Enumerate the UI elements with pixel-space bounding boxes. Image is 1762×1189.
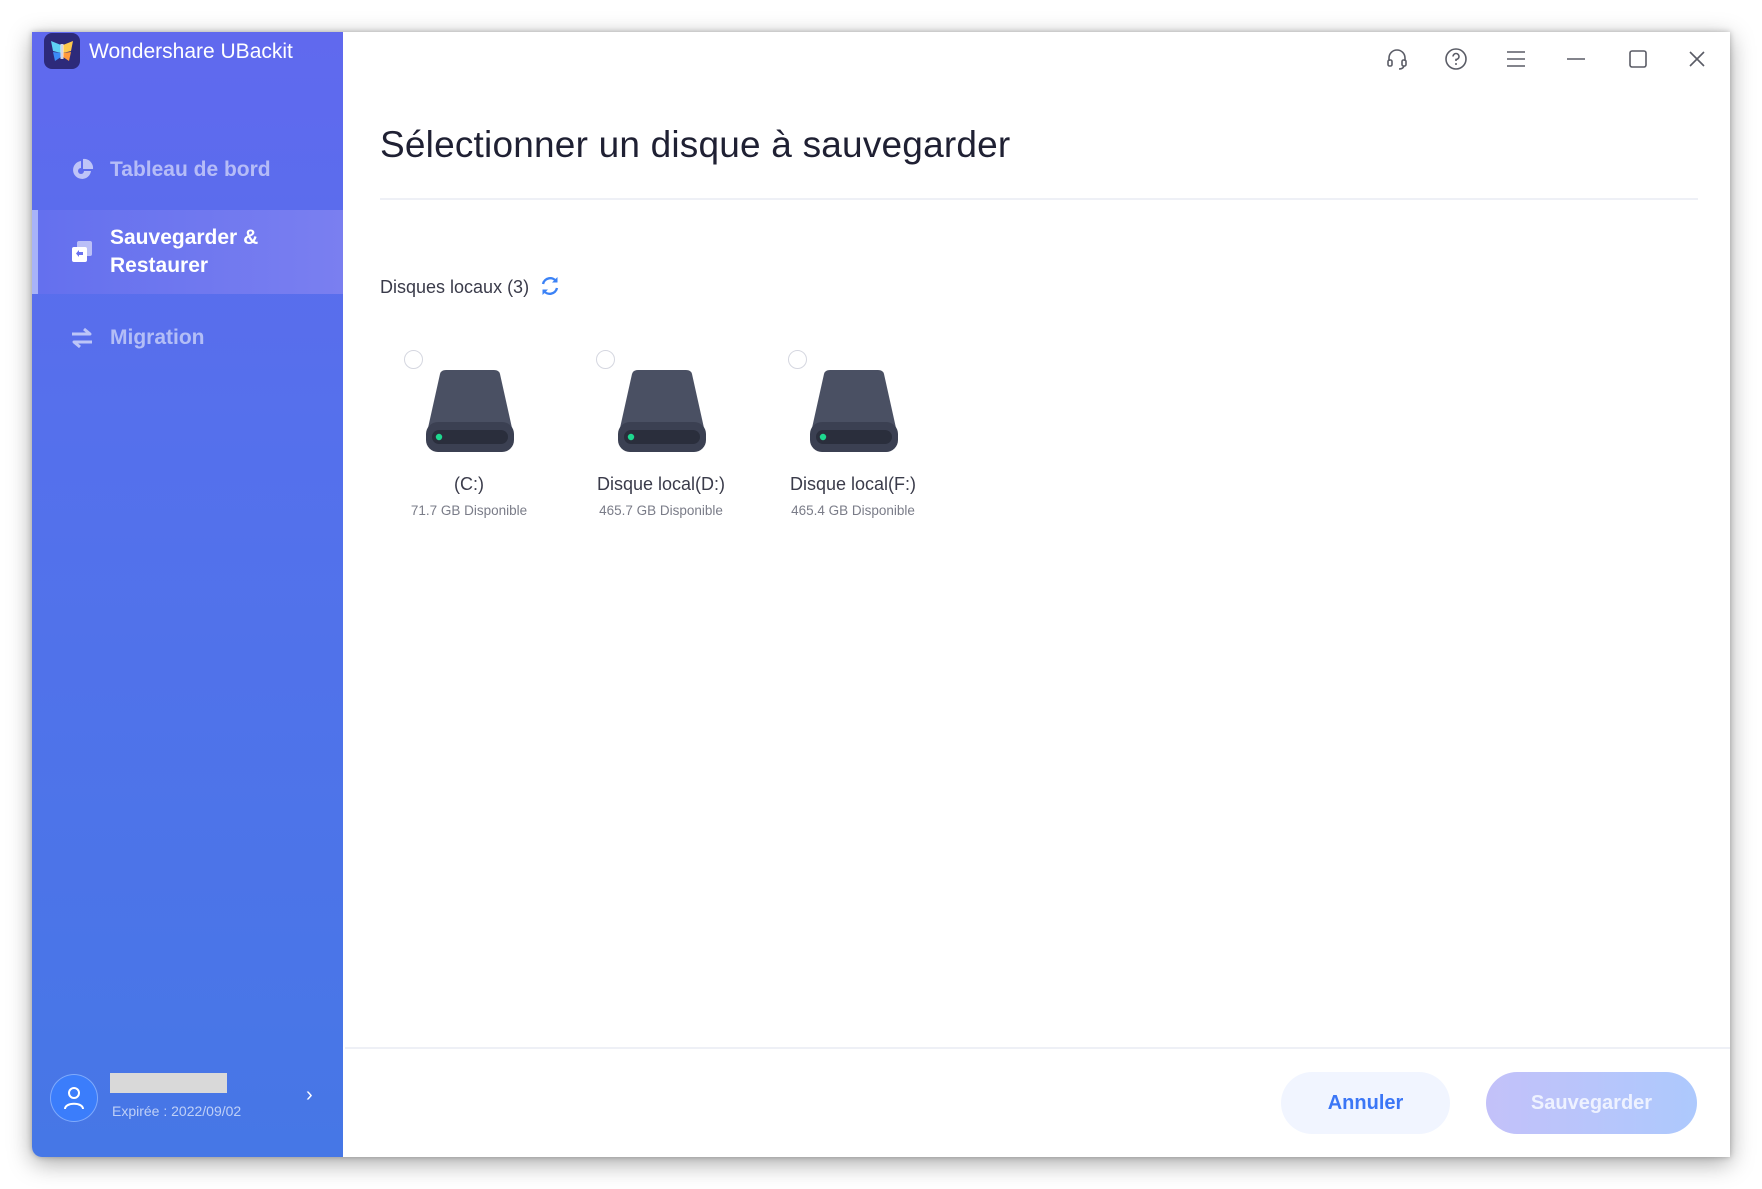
sidebar: Wondershare UBackit Tableau de bord Sauv… [32, 32, 343, 1157]
sidebar-item-dashboard[interactable]: Tableau de bord [32, 149, 343, 191]
disk-item-c[interactable]: (C:) 71.7 GB Disponible [404, 350, 574, 520]
disk-radio[interactable] [596, 350, 615, 369]
headset-icon[interactable] [1382, 44, 1412, 74]
sidebar-item-label: Tableau de bord [110, 158, 271, 181]
avatar-icon [50, 1074, 98, 1122]
header-divider [380, 198, 1698, 200]
help-circle-icon[interactable] [1441, 44, 1471, 74]
disk-name: (C:) [454, 474, 484, 494]
page-title: Sélectionner un disque à sauvegarder [380, 124, 1011, 165]
close-icon[interactable] [1682, 44, 1712, 74]
disk-free-space: 465.7 GB Disponible [599, 503, 723, 518]
sidebar-item-label: Sauvegarder & Restaurer [110, 226, 259, 277]
username [110, 1073, 227, 1093]
disk-name: Disque local(F:) [789, 474, 917, 494]
maximize-icon[interactable] [1623, 44, 1653, 74]
sidebar-item-migration[interactable]: Migration [32, 317, 343, 359]
disk-item-d[interactable]: Disque local(D:) 465.7 GB Disponible [596, 350, 766, 520]
backup-restore-icon [70, 240, 94, 264]
sidebar-item-label: Migration [110, 326, 205, 349]
chevron-right-icon[interactable]: › [306, 1084, 313, 1107]
minimize-icon[interactable] [1561, 44, 1591, 74]
sidebar-item-backup-restore[interactable]: Sauvegarder & Restaurer [32, 210, 343, 294]
cancel-button[interactable]: Annuler [1281, 1072, 1450, 1134]
hard-drive-icon [426, 370, 514, 452]
app-window: Wondershare UBackit Tableau de bord Sauv… [32, 32, 1730, 1157]
disk-free-space: 71.7 GB Disponible [410, 503, 528, 518]
disk-radio[interactable] [788, 350, 807, 369]
section-label: Disques locaux (3) [380, 277, 530, 297]
pie-chart-icon [70, 158, 94, 182]
disk-item-f[interactable]: Disque local(F:) 465.4 GB Disponible [788, 350, 958, 520]
hamburger-menu-icon[interactable] [1501, 44, 1531, 74]
swap-arrows-icon [70, 326, 94, 350]
refresh-icon[interactable] [539, 275, 561, 297]
save-button[interactable]: Sauvegarder [1486, 1072, 1697, 1134]
user-account[interactable]: Expirée : 2022/09/02 › [50, 1070, 330, 1126]
license-expiry: Expirée : 2022/09/02 [112, 1103, 242, 1119]
footer-divider [345, 1047, 1730, 1049]
butterfly-logo-icon [44, 33, 80, 69]
disk-radio[interactable] [404, 350, 423, 369]
app-title: Wondershare UBackit [89, 40, 293, 63]
disk-name: Disque local(D:) [596, 474, 726, 494]
disk-free-space: 465.4 GB Disponible [791, 503, 915, 518]
hard-drive-icon [618, 370, 706, 452]
hard-drive-icon [810, 370, 898, 452]
main-panel: Sélectionner un disque à sauvegarder Dis… [343, 32, 1730, 1157]
